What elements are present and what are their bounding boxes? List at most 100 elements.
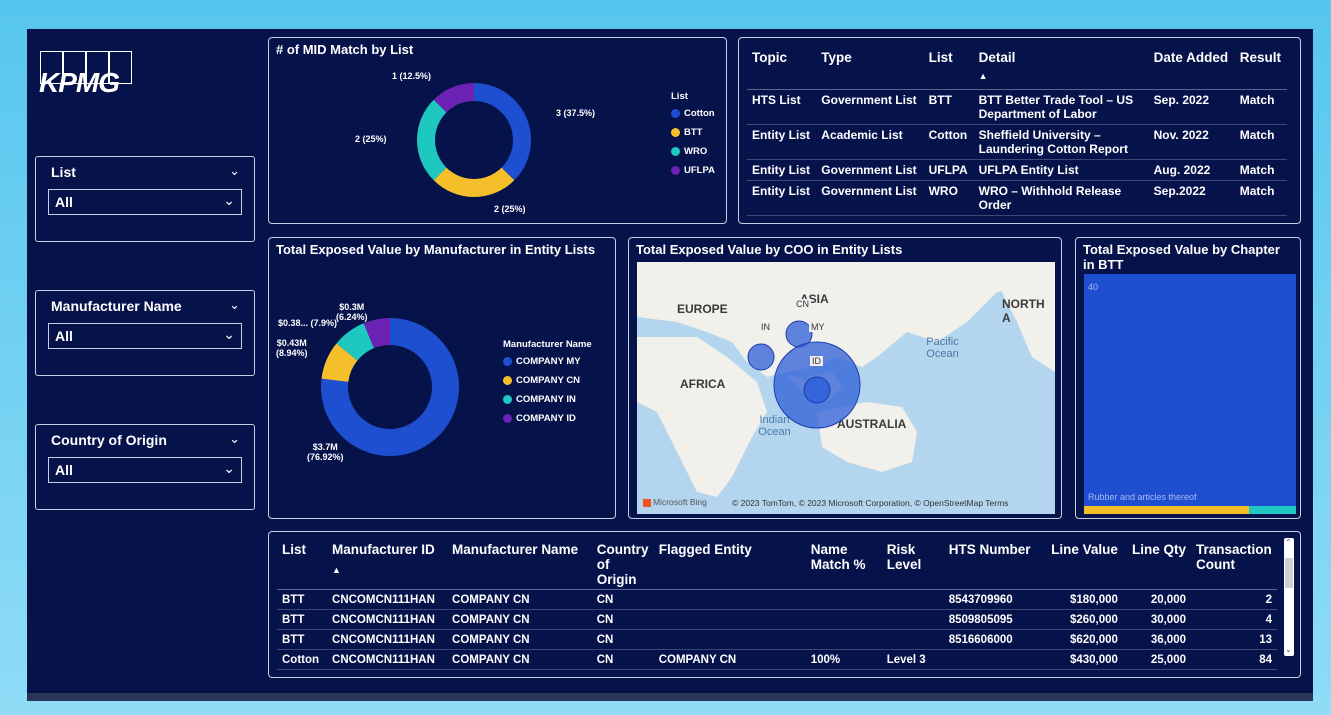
table-cell: Cotton [277,649,328,670]
legend-item[interactable]: COMPANY ID [503,413,592,424]
column-header[interactable]: Result [1234,46,1287,90]
legend-label: UFLPA [684,165,715,176]
table-cell: WRO [923,180,974,216]
treemap-strip-yellow[interactable] [1084,506,1249,514]
column-header[interactable]: Topic [747,46,817,90]
sort-ascending-icon: ▲ [978,71,988,81]
legend-item[interactable]: UFLPA [671,165,715,176]
footer-bar [27,693,1313,701]
column-header[interactable]: Flagged Entity [653,540,806,590]
mid-legend: List Cotton BTT WRO UFLPA [671,91,715,184]
legend-item[interactable]: WRO [671,146,715,157]
chapter-panel: Total Exposed Value by Chapter in BTT 40… [1075,237,1301,519]
legend-swatch [503,395,512,404]
table-cell: BTT [277,629,328,650]
table-scrollbar[interactable]: ⌃ ⌄ [1284,538,1294,656]
table-cell: CN [591,609,654,630]
column-header[interactable]: Date Added [1148,46,1235,90]
kpmg-logo: KPMG [39,51,149,99]
table-cell: 20,000 [1122,589,1191,610]
table-cell: $180,000 [1041,589,1123,610]
chevron-down-icon[interactable]: ⌄ [229,297,240,313]
column-header[interactable]: Manufacturer Name [447,540,592,590]
slicer-label: Manufacturer Name [51,298,182,314]
legend-item[interactable]: BTT [671,127,715,138]
column-header[interactable]: List [277,540,328,590]
column-header[interactable]: Name Match % [805,540,882,590]
topic-table-panel: Topic Type List Detail ▲ Date Added Resul… [738,37,1301,224]
column-header[interactable]: Country of Origin [591,540,654,590]
data-label: 1 (12.5%) [392,71,432,81]
table-cell: COMPANY CN [447,629,592,650]
country-label: ID [810,356,823,366]
table-cell: UFLPA Entity List [973,159,1149,181]
logo-text: KPMG [39,67,120,98]
column-header[interactable]: HTS Number [943,540,1042,590]
table-cell: BTT Better Trade Tool – US Department of… [973,89,1149,125]
legend-label: COMPANY IN [516,394,576,405]
table-row[interactable]: BTT CNCOMCN111HAN COMPANY CN CN 8509805095 $2… [277,609,1277,630]
table-cell: CNCOMCN111HAN [327,629,448,650]
legend-swatch [503,414,512,423]
column-header[interactable]: Transaction Count [1191,540,1277,590]
legend-item[interactable]: COMPANY CN [503,375,592,386]
dropdown-value: All [55,194,73,210]
manufacturer-dropdown[interactable]: All ⌄ [48,323,242,349]
country-dropdown[interactable]: All ⌄ [48,457,242,483]
column-header[interactable]: Type [816,46,924,90]
mid-match-donut [417,83,531,197]
list-dropdown[interactable]: All ⌄ [48,189,242,215]
tile-label: 40 [1088,282,1099,292]
mid-match-panel: # of MID Match by List 3 (37.5%) 2 (25%)… [268,37,727,224]
scroll-down-icon[interactable]: ⌄ [1285,645,1292,654]
column-header-manufacturer-id[interactable]: Manufacturer ID ▲ [327,540,448,590]
legend-item[interactable]: COMPANY IN [503,394,592,405]
donut-slice-btt[interactable] [433,167,515,197]
map-attribution[interactable]: © 2023 TomTom, © 2023 Microsoft Corporat… [732,498,1008,508]
treemap-strip-teal[interactable] [1249,506,1296,514]
column-header[interactable]: Line Value [1041,540,1123,590]
column-header[interactable]: List [923,46,974,90]
data-label: 3 (37.5%) [556,108,596,118]
column-header[interactable]: Line Qty [1122,540,1191,590]
table-cell: CN [591,649,654,670]
donut-slice-cotton[interactable] [474,83,531,181]
world-map[interactable]: EUROPE ASIA NORTH A AFRICA AUSTRALIA Pac… [637,262,1055,514]
table-row[interactable]: BTT CNCOMCN111HAN COMPANY CN CN 8516606000 $6… [277,629,1277,650]
data-label: 2 (25%) [494,204,526,214]
legend-swatch [671,166,680,175]
column-header-detail[interactable]: Detail ▲ [973,46,1149,90]
table-row[interactable]: Entity List Academic List Cotton Sheffield … [747,124,1287,160]
legend-swatch [503,376,512,385]
scroll-up-icon[interactable]: ⌃ [1285,538,1292,547]
table-cell: Match [1234,159,1287,181]
table-row[interactable]: Entity List Government List WRO WRO – Withh… [747,180,1287,216]
table-cell [881,629,944,650]
legend-item[interactable]: COMPANY MY [503,356,592,367]
table-cell: HTS List [747,89,817,125]
table-row[interactable]: Cotton CNCOMCN111HAN COMPANY CN CN COMPANY C… [277,649,1277,670]
chevron-down-icon[interactable]: ⌄ [229,163,240,179]
dropdown-value: All [55,328,73,344]
slicer-manufacturer-name: Manufacturer Name ⌄ All ⌄ [35,290,255,376]
table-cell: Cotton [923,124,974,160]
table-row[interactable]: Entity List Government List UFLPA UFLPA Ent… [747,159,1287,181]
legend-swatch [503,357,512,366]
table-cell: 36,000 [1122,629,1191,650]
table-row[interactable]: BTT CNCOMCN111HAN COMPANY CN CN 8543709960 $1… [277,589,1277,610]
chevron-down-icon[interactable]: ⌄ [229,431,240,447]
table-cell: COMPANY CN [653,649,806,670]
panel-title: Total Exposed Value by Chapter in BTT [1083,242,1280,272]
table-cell: Entity List [747,124,817,160]
donut-slice-wro[interactable] [417,99,447,181]
table-cell: UFLPA [923,159,974,181]
treemap-tile[interactable]: 40 Rubber and articles thereof [1084,274,1296,514]
scroll-thumb[interactable] [1285,558,1293,588]
table-cell: Academic List [816,124,924,160]
column-header[interactable]: Risk Level [881,540,944,590]
table-cell [653,589,806,610]
table-row[interactable]: HTS List Government List BTT BTT Better Tra… [747,89,1287,125]
table-cell: Government List [816,159,924,181]
legend-item[interactable]: Cotton [671,108,715,119]
country-label: MY [809,322,827,332]
